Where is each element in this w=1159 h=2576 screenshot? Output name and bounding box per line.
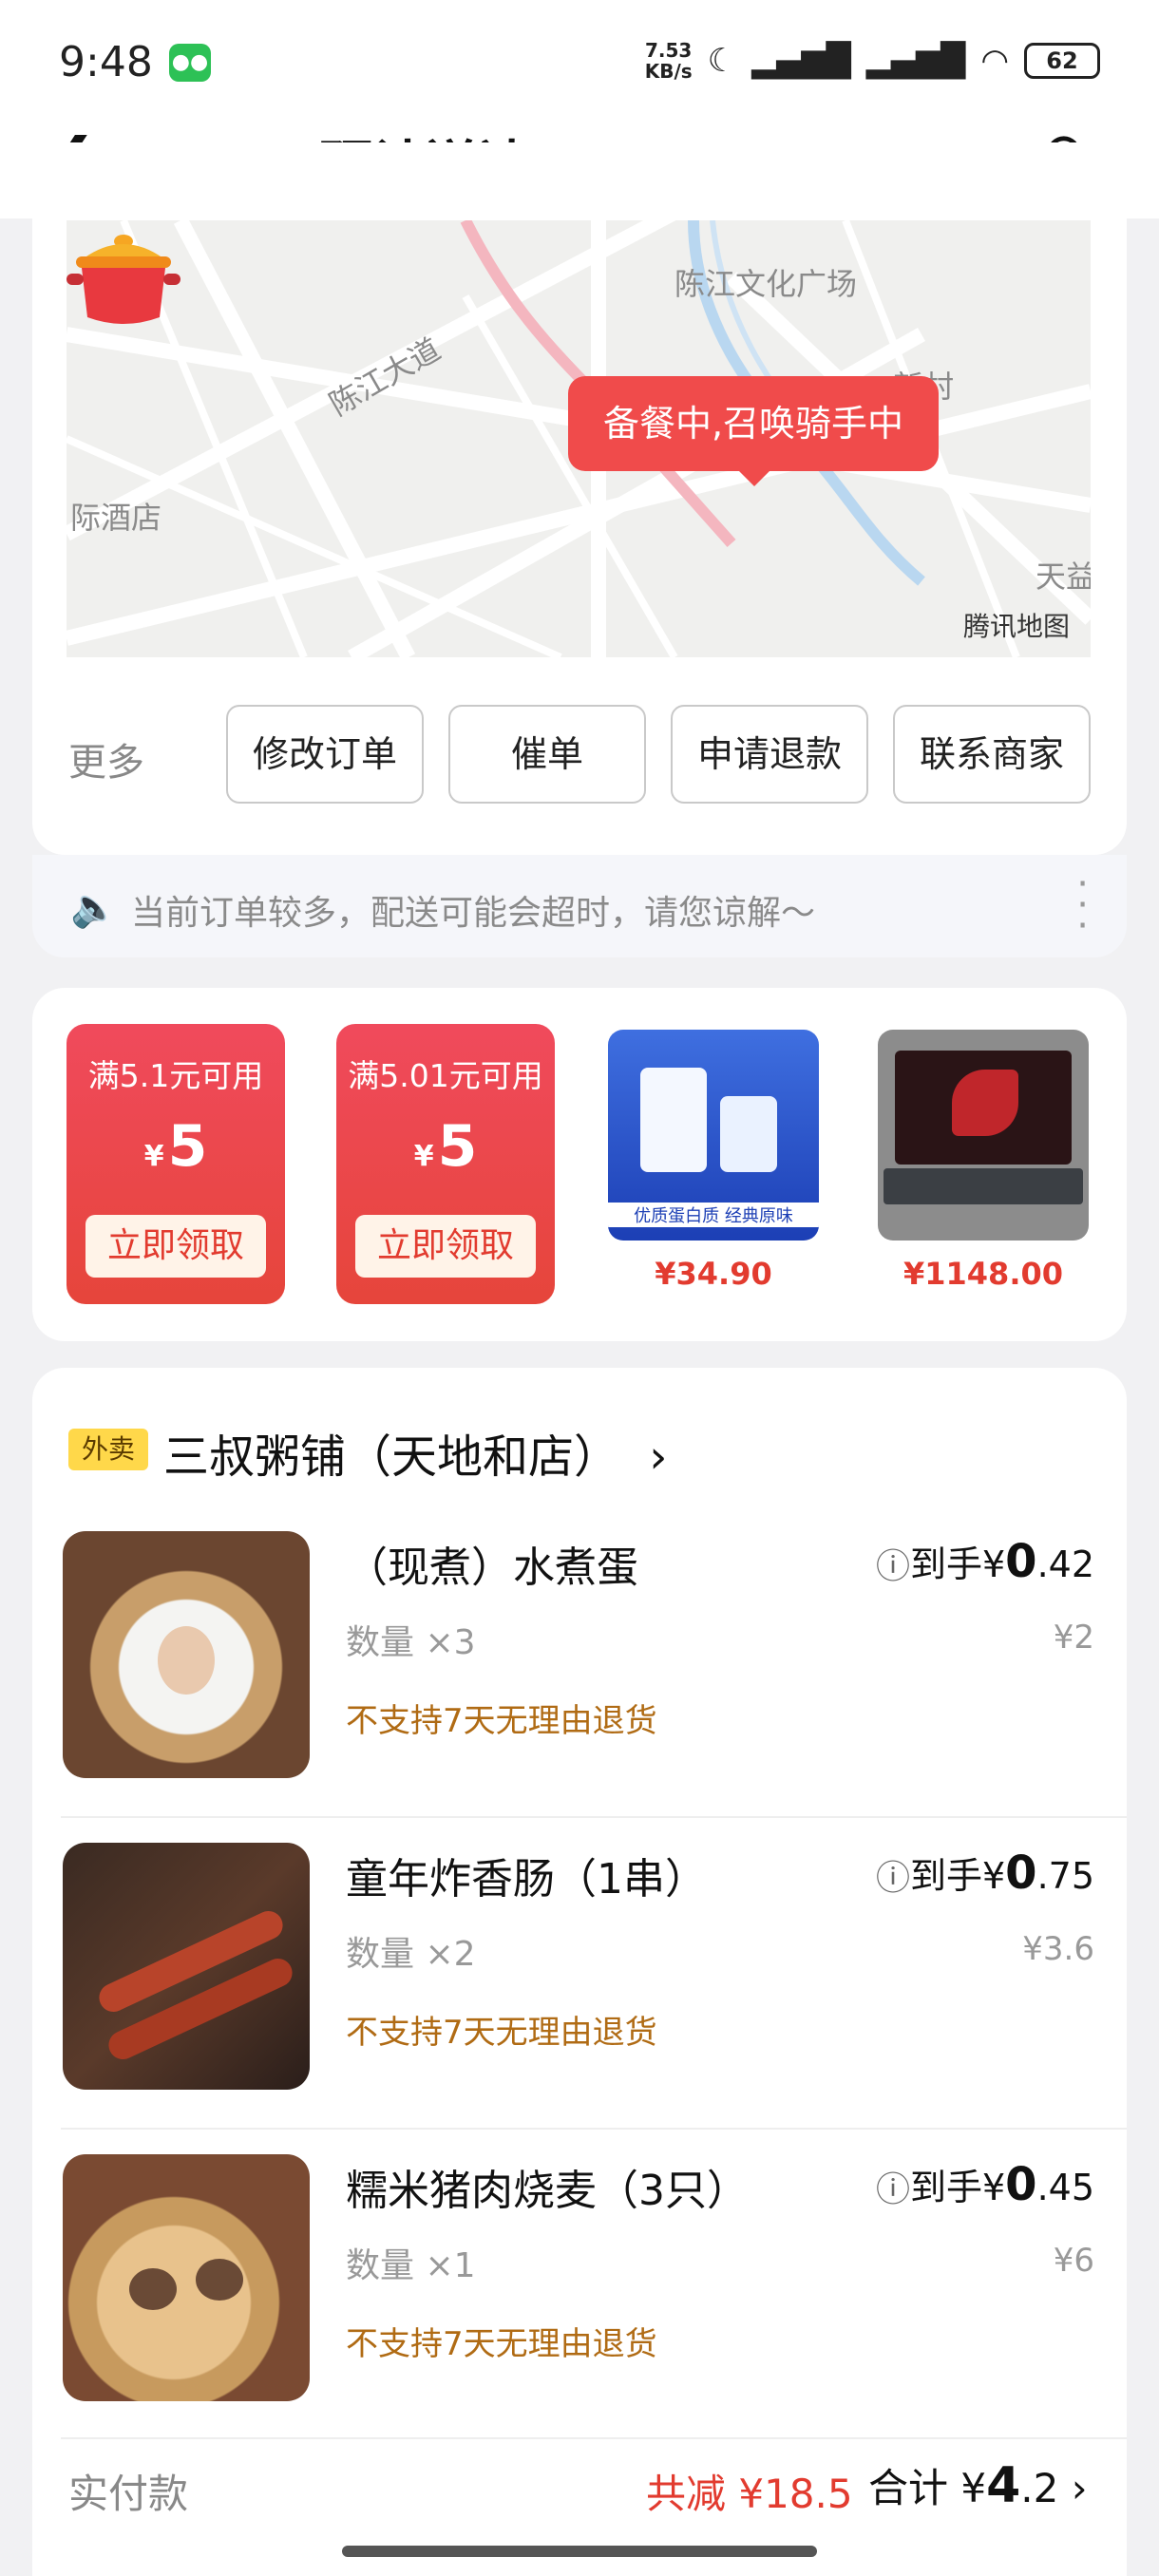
- speaker-icon: 🔈: [70, 886, 118, 930]
- battery-icon: 62: [1024, 43, 1100, 79]
- map-label-hotel: 际酒店: [70, 500, 162, 536]
- claim-coupon-button[interactable]: 立即领取: [86, 1215, 266, 1278]
- total-amount: 合计 ¥4.2 ›: [868, 2457, 1088, 2514]
- chevron-right-icon: ›: [649, 1430, 668, 1484]
- item-image-sausage: [63, 1843, 310, 2090]
- cooking-pot-icon: [66, 235, 180, 324]
- status-time: 9:48: [59, 38, 153, 86]
- takeout-tag: 外卖: [68, 1429, 148, 1470]
- info-icon[interactable]: ⓘ: [876, 1539, 910, 1588]
- net-price: 到手¥0.45: [909, 2158, 1094, 2211]
- info-icon[interactable]: ⓘ: [876, 2162, 910, 2211]
- product-price: ¥1148.00: [902, 1256, 1063, 1292]
- net-price: 到手¥0.42: [909, 1535, 1094, 1588]
- order-item[interactable]: （现煮）水煮蛋 数量 ×3 不支持7天无理由退货 ⓘ 到手¥0.42 ¥2: [32, 1531, 1127, 1843]
- urge-order-button[interactable]: 催单: [448, 705, 646, 804]
- wifi-icon: ◠: [980, 42, 1009, 80]
- product-milk-image[interactable]: 优质蛋白质 经典原味: [608, 1030, 819, 1241]
- divider: [61, 2128, 1127, 2130]
- paid-label: 实付款: [68, 2471, 189, 2517]
- original-price: ¥2: [1053, 1619, 1094, 1657]
- home-indicator[interactable]: [342, 2546, 817, 2557]
- total-discount: 共减 ¥18.5: [646, 2471, 853, 2517]
- status-icons: 7.53 KB/s ☾ ▂▄▆█ ▂▄▆█ ◠ 62: [645, 40, 1100, 82]
- original-price: ¥3.6: [1022, 1930, 1094, 1968]
- order-item[interactable]: 糯米猪肉烧麦（3只） 数量 ×1 不支持7天无理由退货 ⓘ 到手¥0.45 ¥6: [32, 2154, 1127, 2466]
- coupon-card[interactable]: 满5.01元可用 ¥5 立即领取: [336, 1024, 555, 1304]
- more-vert-icon[interactable]: · · ·: [1076, 865, 1089, 945]
- map-label-plaza: 陈江文化广场: [674, 266, 858, 302]
- contact-merchant-button[interactable]: 联系商家: [893, 705, 1091, 804]
- refund-button[interactable]: 申请退款: [671, 705, 868, 804]
- signal-icon-2: ▂▄▆█: [865, 42, 966, 80]
- notice-text: 当前订单较多，配送可能会超时，请您谅解～: [131, 894, 816, 933]
- original-price: ¥6: [1053, 2242, 1094, 2280]
- chevron-right-icon: ›: [1071, 2465, 1088, 2511]
- order-item[interactable]: 童年炸香肠（1串） 数量 ×2 不支持7天无理由退货 ⓘ 到手¥0.75 ¥3.…: [32, 1843, 1127, 2154]
- map-label-right: 天益: [1036, 559, 1091, 595]
- item-image-egg: [63, 1531, 310, 1778]
- payment-summary[interactable]: 实付款 共减 ¥18.5 合计 ¥4.2 ›: [32, 2432, 1127, 2565]
- product-laptop-image[interactable]: [878, 1030, 1089, 1241]
- info-icon[interactable]: ⓘ: [876, 1850, 910, 1900]
- modify-order-button[interactable]: 修改订单: [226, 705, 424, 804]
- delay-notice: 🔈 当前订单较多，配送可能会超时，请您谅解～ · · ·: [32, 855, 1127, 957]
- more-label: 更多: [68, 741, 144, 785]
- coupon-card[interactable]: 满5.1元可用 ¥5 立即领取: [66, 1024, 285, 1304]
- product-price: ¥34.90: [655, 1256, 772, 1292]
- status-bubble: 备餐中,召唤骑手中: [568, 376, 939, 486]
- claim-coupon-button[interactable]: 立即领取: [355, 1215, 536, 1278]
- signal-icon: ▂▄▆█: [751, 42, 851, 80]
- wechat-icon: ●●: [169, 44, 211, 82]
- store-name[interactable]: 三叔粥铺（天地和店） ›: [163, 1419, 667, 1486]
- divider: [61, 1816, 1127, 1818]
- item-image-shaomai: [63, 2154, 310, 2401]
- moon-icon: ☾: [707, 42, 737, 80]
- map-provider: 腾讯地图: [962, 611, 1070, 642]
- net-speed: 7.53 KB/s: [644, 39, 693, 83]
- delivery-map[interactable]: 陈江文化广场 陈江大道 新村 际酒店 天益 备餐中,召唤骑手中 腾讯地图: [66, 220, 1091, 657]
- net-price: 到手¥0.75: [909, 1847, 1094, 1900]
